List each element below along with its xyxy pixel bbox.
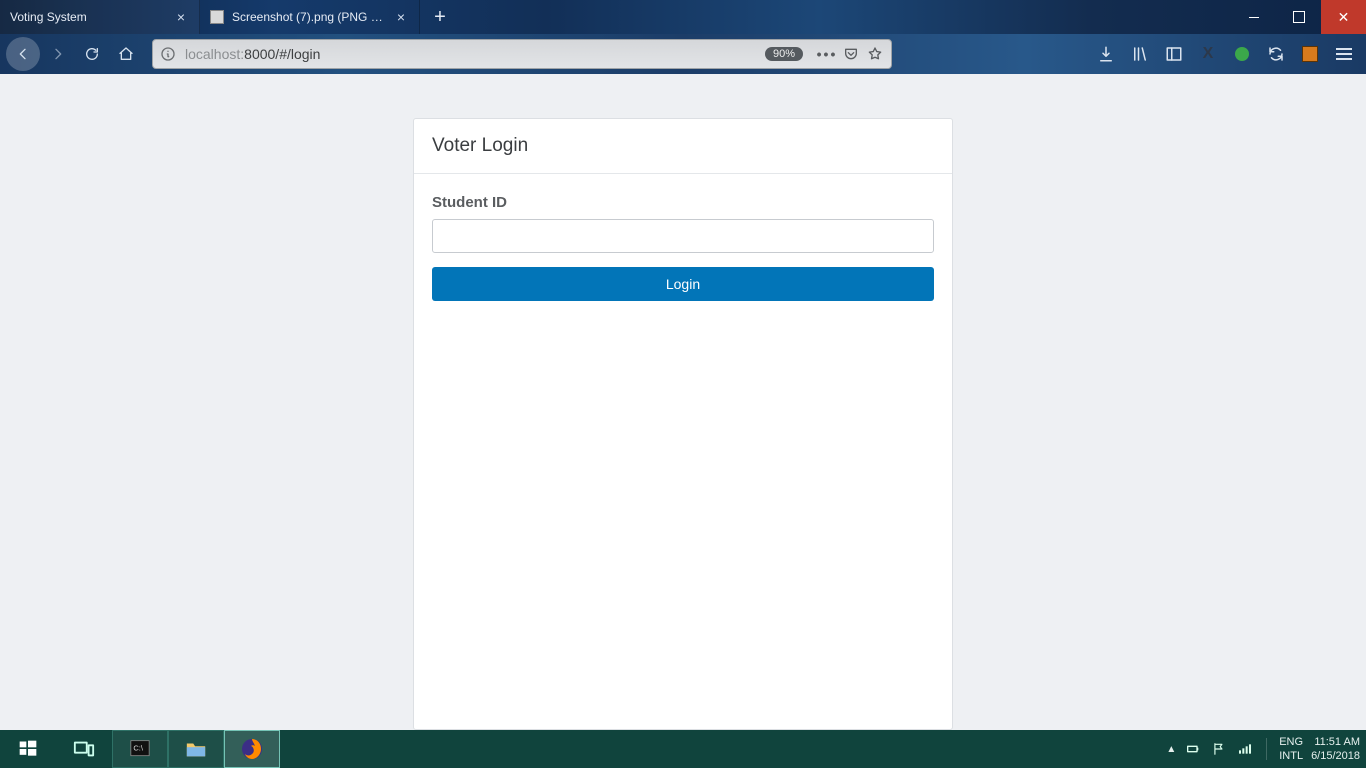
task-view-button[interactable] — [56, 730, 112, 768]
nav-forward-button[interactable] — [42, 38, 74, 70]
windows-taskbar: C:\ ▲ ENG INTL 11:51 AM 6/15/2018 — [0, 730, 1366, 768]
extension-green-dot-icon[interactable] — [1228, 40, 1256, 68]
start-button[interactable] — [0, 730, 56, 768]
extension-x-icon[interactable]: X — [1194, 40, 1222, 68]
nav-back-button[interactable] — [6, 37, 40, 71]
window-maximize-button[interactable] — [1276, 0, 1321, 34]
toolbar-extensions: X — [1092, 40, 1358, 68]
zoom-level-badge[interactable]: 90% — [765, 47, 803, 61]
tab-label: Screenshot (7).png (PNG Imag — [232, 10, 385, 24]
tray-flag-icon[interactable] — [1210, 740, 1228, 758]
url-host-dim: localhost: — [185, 46, 244, 62]
browser-tab-screenshot[interactable]: Screenshot (7).png (PNG Imag × — [200, 0, 420, 34]
extension-refresh-icon[interactable] — [1262, 40, 1290, 68]
tab-close-icon[interactable]: × — [393, 9, 409, 25]
hamburger-icon — [1336, 48, 1352, 60]
taskbar-app-explorer[interactable] — [168, 730, 224, 768]
tray-date: 6/15/2018 — [1311, 749, 1360, 763]
tray-power-icon[interactable] — [1184, 740, 1202, 758]
pocket-icon[interactable] — [841, 44, 861, 64]
extension-orange-box-icon[interactable] — [1296, 40, 1324, 68]
tray-language[interactable]: ENG INTL — [1279, 735, 1303, 763]
login-card: Voter Login Student ID Login — [413, 118, 953, 730]
tab-close-icon[interactable]: × — [173, 9, 189, 25]
window-minimize-button[interactable] — [1231, 0, 1276, 34]
url-path: 8000/#/login — [244, 46, 320, 62]
student-id-label: Student ID — [432, 194, 934, 211]
downloads-icon[interactable] — [1092, 40, 1120, 68]
nav-reload-button[interactable] — [76, 38, 108, 70]
tab-label: Voting System — [10, 10, 165, 24]
sidebar-icon[interactable] — [1160, 40, 1188, 68]
login-card-title: Voter Login — [414, 119, 952, 174]
page-actions-icon[interactable] — [817, 44, 837, 64]
student-id-input[interactable] — [432, 219, 934, 253]
browser-tab-voting-system[interactable]: Voting System × — [0, 0, 200, 34]
tray-lang-secondary: INTL — [1279, 749, 1303, 763]
system-tray: ▲ ENG INTL 11:51 AM 6/15/2018 — [1166, 735, 1366, 763]
login-button[interactable]: Login — [432, 267, 934, 301]
tray-lang-primary: ENG — [1279, 735, 1303, 749]
taskbar-app-firefox[interactable] — [224, 730, 280, 768]
browser-toolbar: localhost: 8000/#/login 90% X — [0, 34, 1366, 74]
window-close-button[interactable] — [1321, 0, 1366, 34]
page-content: Voter Login Student ID Login — [0, 74, 1366, 730]
taskbar-app-cmd[interactable]: C:\ — [112, 730, 168, 768]
tray-clock[interactable]: 11:51 AM 6/15/2018 — [1311, 735, 1360, 763]
nav-home-button[interactable] — [110, 38, 142, 70]
bookmark-star-icon[interactable] — [865, 44, 885, 64]
tray-network-icon[interactable] — [1236, 740, 1254, 758]
site-identity-icon[interactable] — [159, 45, 177, 63]
tab-favicon-icon — [210, 10, 224, 24]
tray-time: 11:51 AM — [1314, 735, 1360, 749]
url-bar[interactable]: localhost: 8000/#/login 90% — [152, 39, 892, 69]
tray-overflow-icon[interactable]: ▲ — [1166, 744, 1176, 755]
app-menu-button[interactable] — [1330, 40, 1358, 68]
browser-tab-strip: Voting System × Screenshot (7).png (PNG … — [0, 0, 1366, 34]
svg-text:C:\: C:\ — [133, 744, 144, 753]
window-controls — [1231, 0, 1366, 34]
new-tab-button[interactable]: + — [420, 0, 460, 34]
library-icon[interactable] — [1126, 40, 1154, 68]
